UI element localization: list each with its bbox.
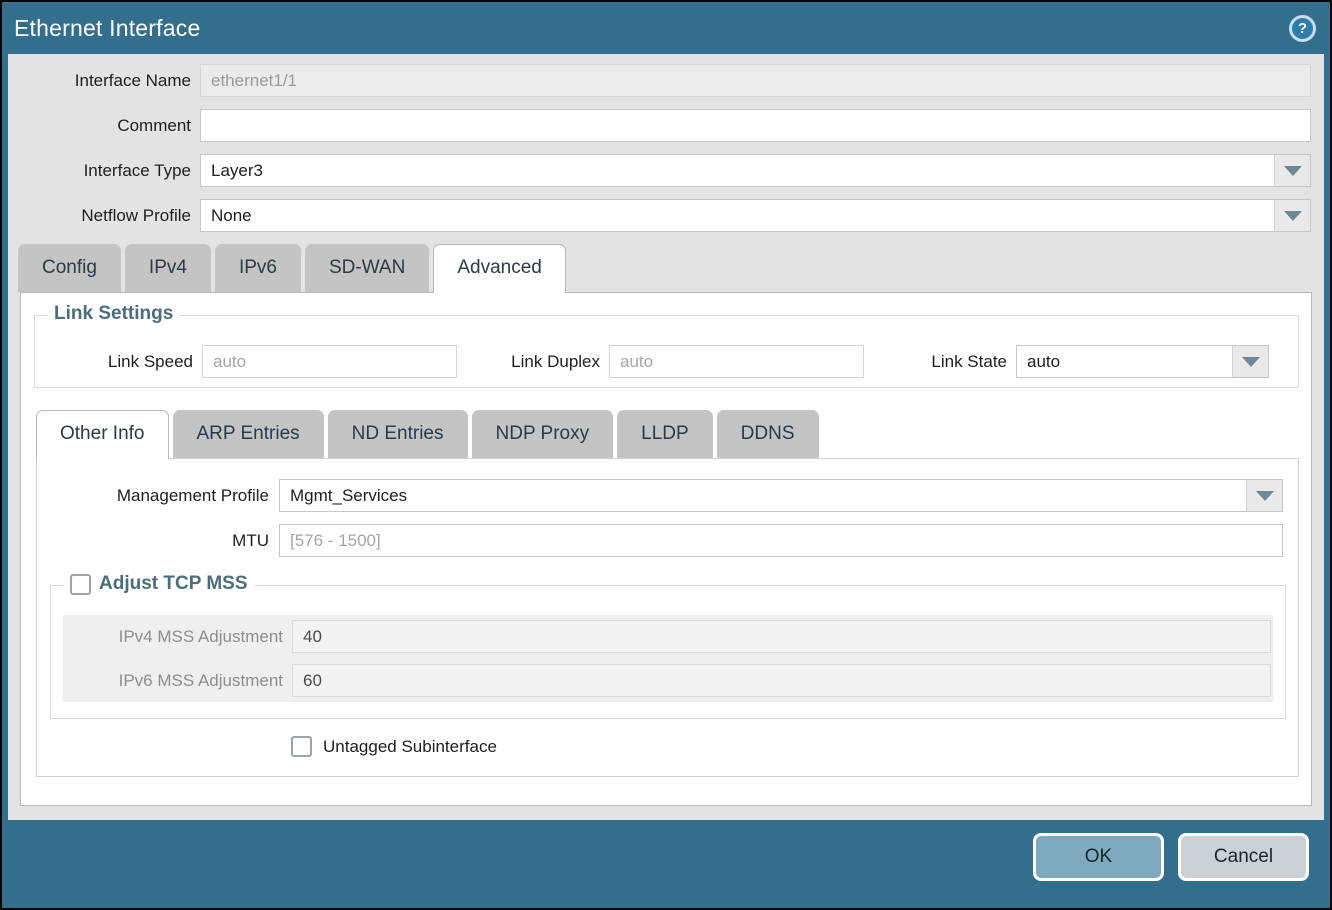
chevron-down-icon	[1284, 211, 1302, 221]
netflow-profile-dropdown-button[interactable]	[1274, 200, 1310, 231]
ipv6-mss-label: IPv6 MSS Adjustment	[63, 671, 292, 691]
link-settings-row: Link Speed Link Duplex Link State auto	[35, 345, 1298, 378]
untagged-subinterface-row: Untagged Subinterface	[291, 736, 1298, 757]
adjust-tcp-mss-checkbox[interactable]	[70, 574, 91, 595]
interface-type-value: Layer3	[201, 155, 1274, 186]
help-icon[interactable]: ?	[1289, 15, 1316, 42]
chevron-down-icon	[1256, 491, 1274, 501]
netflow-profile-dropdown[interactable]: None	[200, 199, 1311, 232]
adjust-tcp-mss-legend: Adjust TCP MSS	[64, 573, 254, 595]
netflow-profile-label: Netflow Profile	[8, 206, 200, 226]
link-state-value: auto	[1017, 346, 1232, 377]
tab-ddns[interactable]: DDNS	[717, 410, 819, 458]
tab-lldp[interactable]: LLDP	[617, 410, 713, 458]
tab-ipv6[interactable]: IPv6	[215, 244, 301, 292]
interface-type-label: Interface Type	[8, 161, 200, 181]
link-state-dropdown[interactable]: auto	[1016, 345, 1269, 378]
dialog-footer: OK Cancel	[2, 820, 1330, 908]
ipv6-mss-row: IPv6 MSS Adjustment	[63, 664, 1271, 697]
dialog-content: Interface Name Comment Interface Type La…	[8, 54, 1324, 820]
adjust-tcp-mss-body: IPv4 MSS Adjustment IPv6 MSS Adjustment	[63, 615, 1273, 702]
ethernet-interface-dialog: Ethernet Interface ? Interface Name Comm…	[0, 0, 1332, 910]
management-profile-value: Mgmt_Services	[280, 480, 1246, 511]
link-state-label: Link State	[864, 352, 1016, 372]
link-duplex-field[interactable]	[609, 345, 864, 378]
dialog-chrome: Ethernet Interface ? Interface Name Comm…	[2, 2, 1330, 908]
link-state-dropdown-button[interactable]	[1232, 346, 1268, 377]
advanced-tab-panel: Link Settings Link Speed Link Duplex Lin…	[20, 292, 1312, 806]
tab-sd-wan[interactable]: SD-WAN	[305, 244, 429, 292]
interface-name-row: Interface Name	[8, 64, 1324, 97]
mtu-row: MTU	[37, 524, 1298, 557]
management-profile-row: Management Profile Mgmt_Services	[37, 479, 1298, 512]
link-speed-label: Link Speed	[35, 352, 202, 372]
mtu-label: MTU	[37, 531, 279, 551]
management-profile-dropdown[interactable]: Mgmt_Services	[279, 479, 1283, 512]
untagged-subinterface-checkbox[interactable]	[291, 736, 312, 757]
tab-advanced[interactable]: Advanced	[433, 244, 566, 293]
link-duplex-label: Link Duplex	[457, 352, 609, 372]
adjust-tcp-mss-fieldset: Adjust TCP MSS IPv4 MSS Adjustment IPv6 …	[50, 585, 1286, 719]
interface-type-dropdown[interactable]: Layer3	[200, 154, 1311, 187]
chevron-down-icon	[1242, 357, 1260, 367]
management-profile-dropdown-button[interactable]	[1246, 480, 1282, 511]
interface-type-row: Interface Type Layer3	[8, 154, 1324, 187]
link-speed-field[interactable]	[202, 345, 457, 378]
ipv6-mss-field	[292, 664, 1271, 697]
ipv4-mss-label: IPv4 MSS Adjustment	[63, 627, 292, 647]
adjust-tcp-mss-legend-text: Adjust TCP MSS	[99, 573, 248, 595]
cancel-button[interactable]: Cancel	[1178, 833, 1309, 881]
netflow-profile-value: None	[201, 200, 1274, 231]
ok-button[interactable]: OK	[1033, 833, 1164, 881]
comment-label: Comment	[8, 116, 200, 136]
ipv4-mss-field	[292, 620, 1271, 653]
dialog-title: Ethernet Interface	[14, 15, 200, 42]
netflow-profile-row: Netflow Profile None	[8, 199, 1324, 232]
comment-field[interactable]	[200, 109, 1311, 142]
other-info-panel: Management Profile Mgmt_Services MTU	[36, 458, 1299, 777]
main-tab-strip: Config IPv4 IPv6 SD-WAN Advanced	[8, 244, 1324, 292]
title-bar: Ethernet Interface ?	[2, 2, 1330, 54]
tab-ndp-proxy[interactable]: NDP Proxy	[472, 410, 614, 458]
link-settings-fieldset: Link Settings Link Speed Link Duplex Lin…	[34, 315, 1299, 388]
interface-type-dropdown-button[interactable]	[1274, 155, 1310, 186]
advanced-sub-tab-strip: Other Info ARP Entries ND Entries NDP Pr…	[21, 410, 1311, 458]
mtu-field[interactable]	[279, 524, 1283, 557]
ipv4-mss-row: IPv4 MSS Adjustment	[63, 620, 1271, 653]
tab-arp-entries[interactable]: ARP Entries	[173, 410, 324, 458]
tab-other-info[interactable]: Other Info	[36, 410, 169, 459]
interface-name-label: Interface Name	[8, 71, 200, 91]
tab-ipv4[interactable]: IPv4	[125, 244, 211, 292]
tab-config[interactable]: Config	[18, 244, 121, 292]
interface-name-field	[200, 64, 1311, 97]
tab-nd-entries[interactable]: ND Entries	[328, 410, 468, 458]
management-profile-label: Management Profile	[37, 486, 279, 506]
link-settings-legend: Link Settings	[48, 303, 179, 325]
chevron-down-icon	[1284, 166, 1302, 176]
comment-row: Comment	[8, 109, 1324, 142]
untagged-subinterface-label: Untagged Subinterface	[323, 737, 497, 757]
